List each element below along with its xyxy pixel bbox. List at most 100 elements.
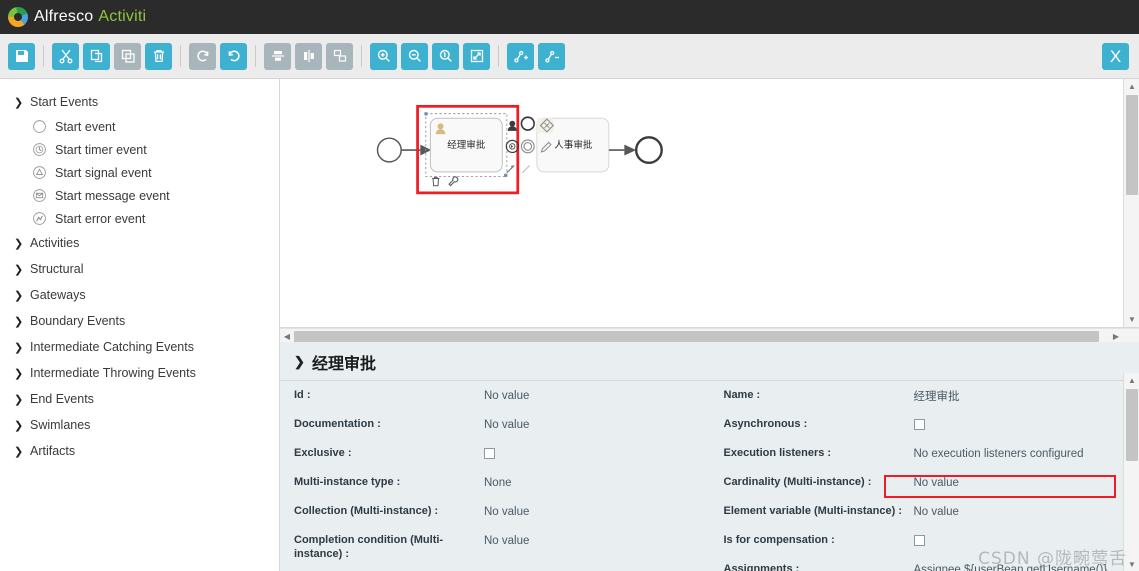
property-value[interactable]: None bbox=[484, 476, 512, 490]
scroll-up-arrow-icon[interactable]: ▲ bbox=[1124, 373, 1139, 387]
palette-item-start-signal-event[interactable]: Start signal event bbox=[0, 161, 279, 184]
cut-button[interactable] bbox=[52, 42, 79, 70]
property-value[interactable]: No value bbox=[484, 418, 529, 432]
palette-item-start-message-event[interactable]: Start message event bbox=[0, 184, 279, 207]
add-bendpoint-button[interactable] bbox=[507, 42, 534, 70]
palette-group-boundary-events[interactable]: ❯ Boundary Events bbox=[0, 308, 279, 334]
palette-item-start-error-event[interactable]: Start error event bbox=[0, 207, 279, 230]
palette-group-artifacts[interactable]: ❯ Artifacts bbox=[0, 438, 279, 464]
property-label: Element variable (Multi-instance) : bbox=[723, 505, 902, 518]
canvas-vertical-scrollbar[interactable]: ▲ ▼ bbox=[1123, 79, 1139, 327]
properties-column-left: Id : No value Documentation : No value E… bbox=[280, 389, 710, 571]
chevron-right-icon: ❯ bbox=[14, 341, 24, 354]
palette-group-intermediate-catching-events[interactable]: ❯ Intermediate Catching Events bbox=[0, 334, 279, 360]
redo-button[interactable] bbox=[189, 42, 216, 70]
scroll-up-arrow-icon[interactable]: ▲ bbox=[1124, 79, 1139, 93]
paste-button[interactable] bbox=[114, 42, 141, 70]
properties-header[interactable]: ❯ 经理审批 bbox=[280, 342, 1139, 382]
property-row-completion-condition: Completion condition (Multi-instance) : … bbox=[294, 534, 710, 562]
undo-button[interactable] bbox=[220, 42, 247, 70]
palette-group-structural[interactable]: ❯ Structural bbox=[0, 256, 279, 282]
property-value[interactable]: No value bbox=[914, 505, 959, 519]
toolbar-group-bendpoint bbox=[507, 42, 565, 70]
toolbar-group-history bbox=[189, 42, 247, 70]
palette-group-end-events[interactable]: ❯ End Events bbox=[0, 386, 279, 412]
chevron-right-icon: ❯ bbox=[14, 445, 24, 458]
palette-group-label: Gateways bbox=[30, 288, 86, 302]
properties-panel: ❯ 经理审批 Id : No value Documentation : No … bbox=[280, 342, 1139, 571]
property-label: Completion condition (Multi-instance) : bbox=[294, 534, 444, 561]
property-label: Exclusive : bbox=[294, 447, 352, 460]
chevron-down-icon: ❯ bbox=[294, 354, 305, 370]
app-header: Alfresco Activiti bbox=[0, 0, 1139, 34]
task-selected-label: 经理审批 bbox=[447, 139, 486, 151]
property-value[interactable]: Assignee ${userBean.getUsername()} bbox=[914, 563, 1108, 571]
bpmn-canvas-surface[interactable]: 经理审批 人事审批 bbox=[280, 79, 1139, 327]
palette-group-label: Artifacts bbox=[30, 444, 76, 458]
palette-group-activities[interactable]: ❯ Activities bbox=[0, 230, 279, 256]
palette-group-gateways[interactable]: ❯ Gateways bbox=[0, 282, 279, 308]
asynchronous-checkbox[interactable] bbox=[913, 419, 925, 431]
canvas-hscroll-thumb[interactable] bbox=[294, 330, 1099, 343]
scroll-down-arrow-icon[interactable]: ▼ bbox=[1124, 313, 1139, 327]
align-horizontal-button[interactable] bbox=[295, 42, 322, 70]
properties-title: 经理审批 bbox=[312, 354, 377, 374]
property-value[interactable]: No value bbox=[484, 505, 529, 519]
zoom-out-button[interactable] bbox=[401, 42, 428, 70]
shape-action-icons bbox=[432, 176, 459, 187]
canvas-horizontal-scrollbar[interactable]: ◀ ▶ bbox=[280, 327, 1139, 343]
properties-vertical-scrollbar[interactable]: ▲ ▼ bbox=[1123, 373, 1139, 571]
property-label: Name : bbox=[723, 389, 761, 402]
save-button[interactable] bbox=[8, 42, 35, 70]
bpmn-canvas[interactable]: 经理审批 人事审批 ▲ ▼ bbox=[280, 79, 1139, 328]
zoom-in-button[interactable] bbox=[370, 42, 397, 70]
palette-group-label: Intermediate Throwing Events bbox=[30, 366, 196, 380]
zoom-fit-button[interactable] bbox=[463, 42, 490, 70]
property-row-cardinality: Cardinality (Multi-instance) : No value bbox=[724, 476, 1139, 497]
property-value[interactable]: No value bbox=[914, 476, 959, 490]
toolbar-divider bbox=[498, 45, 499, 67]
properties-vscroll-thumb[interactable] bbox=[1126, 389, 1138, 462]
property-value[interactable]: No value bbox=[484, 534, 529, 548]
chevron-right-icon: ❯ bbox=[14, 367, 24, 380]
zoom-actual-button[interactable] bbox=[432, 42, 459, 70]
morph-shape-icon bbox=[448, 176, 459, 187]
chevron-right-icon: ❯ bbox=[14, 237, 24, 250]
remove-bendpoint-button[interactable] bbox=[538, 42, 565, 70]
property-value[interactable]: 经理审批 bbox=[914, 389, 960, 403]
property-row-id: Id : No value bbox=[294, 389, 710, 410]
property-value[interactable]: No execution listeners configured bbox=[914, 447, 1084, 461]
property-label: Execution listeners : bbox=[723, 447, 832, 460]
property-label: Asynchronous : bbox=[723, 418, 808, 431]
property-label: Cardinality (Multi-instance) : bbox=[723, 476, 872, 489]
toolbar-group-file bbox=[8, 42, 35, 70]
property-label: Is for compensation : bbox=[723, 534, 835, 547]
chevron-right-icon: ❯ bbox=[14, 419, 24, 432]
is-for-compensation-checkbox[interactable] bbox=[913, 535, 925, 547]
property-label: Documentation : bbox=[294, 418, 381, 431]
exclusive-checkbox[interactable] bbox=[484, 448, 495, 460]
palette-group-start-events[interactable]: ❯ Start Events bbox=[0, 89, 279, 115]
palette-item-start-timer-event[interactable]: Start timer event bbox=[0, 138, 279, 161]
property-row-collection: Collection (Multi-instance) : No value bbox=[294, 505, 710, 526]
canvas-vscroll-thumb[interactable] bbox=[1126, 95, 1138, 195]
circle-timer-icon bbox=[33, 143, 46, 156]
close-editor-button[interactable]: X bbox=[1102, 43, 1129, 70]
scroll-down-arrow-icon[interactable]: ▼ bbox=[1124, 557, 1139, 571]
property-row-multi-instance-type: Multi-instance type : None bbox=[294, 476, 710, 497]
palette-item-start-event[interactable]: Start event bbox=[0, 115, 279, 138]
align-vertical-button[interactable] bbox=[264, 42, 291, 70]
delete-shape-icon bbox=[432, 176, 440, 187]
palette-item-label: Start timer event bbox=[55, 142, 147, 157]
circle-error-icon bbox=[33, 212, 46, 225]
toolbar-group-align bbox=[264, 42, 353, 70]
palette-group-intermediate-throwing-events[interactable]: ❯ Intermediate Throwing Events bbox=[0, 360, 279, 386]
editor-toolbar: X bbox=[0, 34, 1139, 79]
copy-button[interactable] bbox=[83, 42, 110, 70]
toolbar-divider bbox=[180, 45, 181, 67]
delete-button[interactable] bbox=[145, 42, 172, 70]
chevron-down-icon: ❯ bbox=[14, 96, 24, 109]
same-size-button[interactable] bbox=[326, 42, 353, 70]
palette-group-swimlanes[interactable]: ❯ Swimlanes bbox=[0, 412, 279, 438]
property-value[interactable]: No value bbox=[484, 389, 529, 403]
